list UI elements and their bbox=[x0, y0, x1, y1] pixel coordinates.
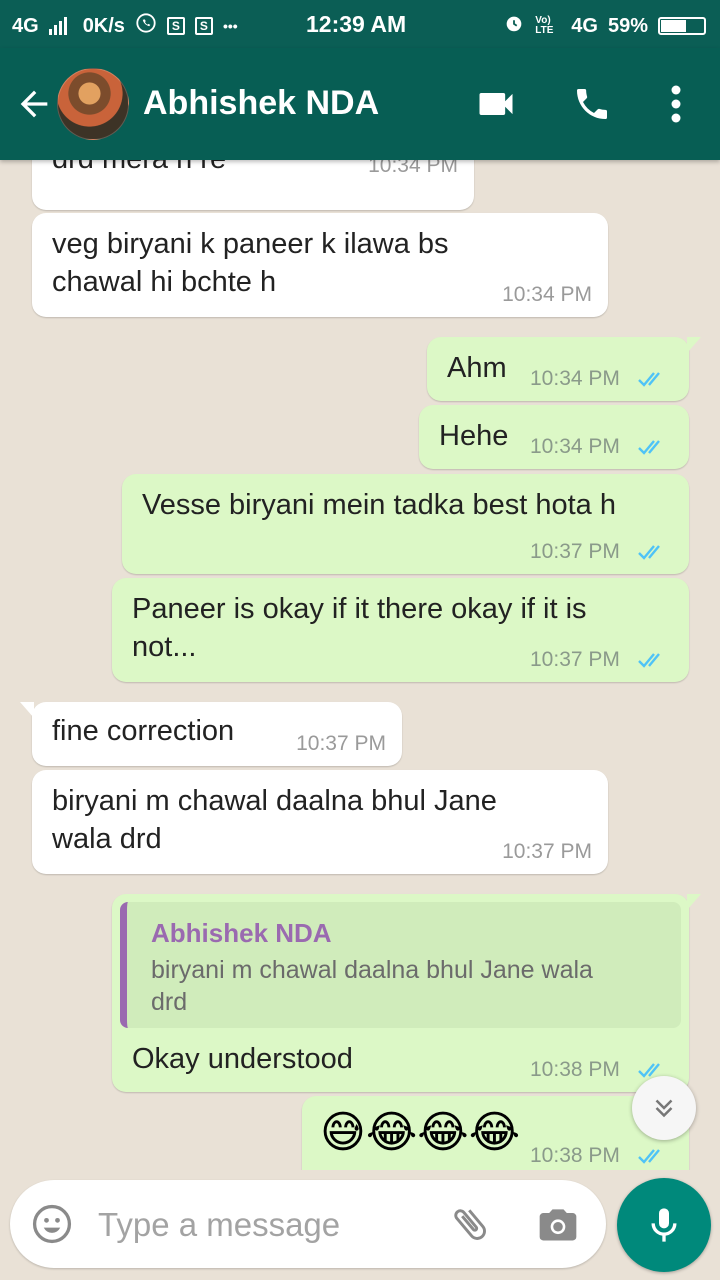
double-tick-icon bbox=[638, 372, 660, 387]
message-bubble-incoming[interactable]: veg biryani k paneer k ilawa bs chawal h… bbox=[32, 213, 608, 317]
quoted-text-line-1: biryani m chawal daalna bhul Jane wala bbox=[151, 956, 593, 984]
message-bubble-outgoing[interactable]: Vesse biryani mein tadka best hota h 10:… bbox=[122, 474, 689, 574]
message-text: Hehe bbox=[439, 420, 509, 452]
message-time: 10:37 PM bbox=[530, 648, 620, 671]
status-bar: 4G 0K/s S S ••• 12:39 AM Vo) LTE 4G 59% bbox=[0, 0, 720, 48]
message-time: 10:34 PM bbox=[530, 367, 620, 390]
double-tick-icon bbox=[638, 440, 660, 455]
double-tick-icon bbox=[638, 545, 660, 560]
message-bubble-outgoing[interactable]: Ahm 10:34 PM bbox=[427, 337, 701, 401]
avatar[interactable] bbox=[57, 68, 129, 140]
message-bubble-outgoing[interactable]: Hehe 10:34 PM bbox=[419, 405, 689, 469]
battery-icon bbox=[658, 17, 706, 35]
more-notifications: ••• bbox=[222, 18, 238, 34]
message-text: Vesse biryani mein tadka best hota h bbox=[142, 489, 616, 521]
message-bubble-incoming[interactable]: fine correction 10:37 PM bbox=[20, 702, 402, 766]
notification-s-icon-2: S bbox=[194, 17, 213, 35]
network-label: 4G bbox=[12, 14, 39, 37]
message-text: Ahm bbox=[447, 352, 507, 384]
camera-icon[interactable] bbox=[536, 1202, 580, 1246]
message-composer bbox=[10, 1180, 606, 1268]
message-text: drd mera h re bbox=[52, 160, 226, 178]
network2-label: 4G bbox=[571, 14, 598, 37]
message-time: 10:37 PM bbox=[530, 540, 620, 563]
double-tick-icon bbox=[638, 653, 660, 668]
message-emoji: 😅😂😂😂 bbox=[320, 1108, 521, 1157]
chevron-down-icon bbox=[655, 1099, 673, 1118]
clock: 12:39 AM bbox=[306, 11, 407, 37]
contact-name[interactable]: Abhishek NDA bbox=[143, 84, 379, 123]
message-input[interactable] bbox=[96, 1196, 430, 1254]
whatsapp-icon bbox=[135, 12, 157, 40]
chat-header: Abhishek NDA bbox=[0, 48, 720, 160]
voice-record-button[interactable] bbox=[617, 1178, 711, 1272]
message-time: 10:37 PM bbox=[502, 840, 592, 863]
more-vert-icon[interactable] bbox=[650, 78, 702, 130]
alarm-icon bbox=[503, 12, 525, 40]
signal-icon bbox=[48, 17, 67, 35]
message-time: 10:34 PM bbox=[530, 435, 620, 458]
double-tick-icon bbox=[638, 1149, 660, 1164]
message-bubble-incoming[interactable]: drd mera h re 10:34 PM bbox=[32, 160, 474, 210]
quoted-text: biryani m chawal daalna bhul Jane wala d… bbox=[151, 954, 661, 1018]
emoji-icon[interactable] bbox=[30, 1202, 74, 1246]
video-call-icon[interactable] bbox=[470, 78, 522, 130]
message-text-line-1: biryani m chawal daalna bhul Jane bbox=[52, 785, 497, 817]
volte-label: Vo) LTE bbox=[535, 15, 554, 36]
message-time: 10:38 PM bbox=[530, 1058, 620, 1081]
scroll-to-bottom-button[interactable] bbox=[632, 1076, 696, 1140]
message-text-line-2: chawal hi bchte h bbox=[52, 266, 277, 298]
quoted-message[interactable]: Abhishek NDA biryani m chawal daalna bhu… bbox=[120, 902, 681, 1028]
mic-icon bbox=[651, 1208, 677, 1242]
phone-icon[interactable] bbox=[566, 78, 618, 130]
attach-icon[interactable] bbox=[448, 1202, 492, 1246]
message-time: 10:38 PM bbox=[530, 1144, 620, 1167]
message-time: 10:37 PM bbox=[296, 732, 386, 755]
message-text-line-1: veg biryani k paneer k ilawa bs bbox=[52, 228, 449, 260]
message-time: 10:34 PM bbox=[502, 283, 592, 306]
message-list[interactable]: drd mera h re 10:34 PM veg biryani k pan… bbox=[0, 160, 720, 1170]
quoted-text-line-2: drd bbox=[151, 988, 188, 1016]
message-text-line-2: wala drd bbox=[52, 823, 162, 855]
message-bubble-outgoing[interactable]: 😅😂😂😂 10:38 PM bbox=[302, 1096, 689, 1170]
back-arrow-icon[interactable] bbox=[14, 84, 54, 124]
message-text-line-1: Paneer is okay if it there okay if it is bbox=[132, 593, 587, 625]
message-time: 10:34 PM bbox=[368, 160, 458, 177]
message-text-line-2: not... bbox=[132, 631, 197, 663]
message-text: fine correction bbox=[52, 715, 235, 747]
notification-s-icon: S bbox=[166, 17, 185, 35]
message-bubble-outgoing-reply[interactable]: Abhishek NDA biryani m chawal daalna bhu… bbox=[112, 894, 701, 1092]
battery-percent: 59% bbox=[607, 14, 648, 37]
message-bubble-outgoing[interactable]: Paneer is okay if it there okay if it is… bbox=[112, 578, 689, 682]
message-text: Okay understood bbox=[132, 1043, 353, 1075]
data-speed: 0K/s bbox=[82, 14, 125, 37]
message-bubble-incoming[interactable]: biryani m chawal daalna bhul Jane wala d… bbox=[32, 770, 608, 874]
quoted-sender: Abhishek NDA bbox=[151, 918, 332, 948]
